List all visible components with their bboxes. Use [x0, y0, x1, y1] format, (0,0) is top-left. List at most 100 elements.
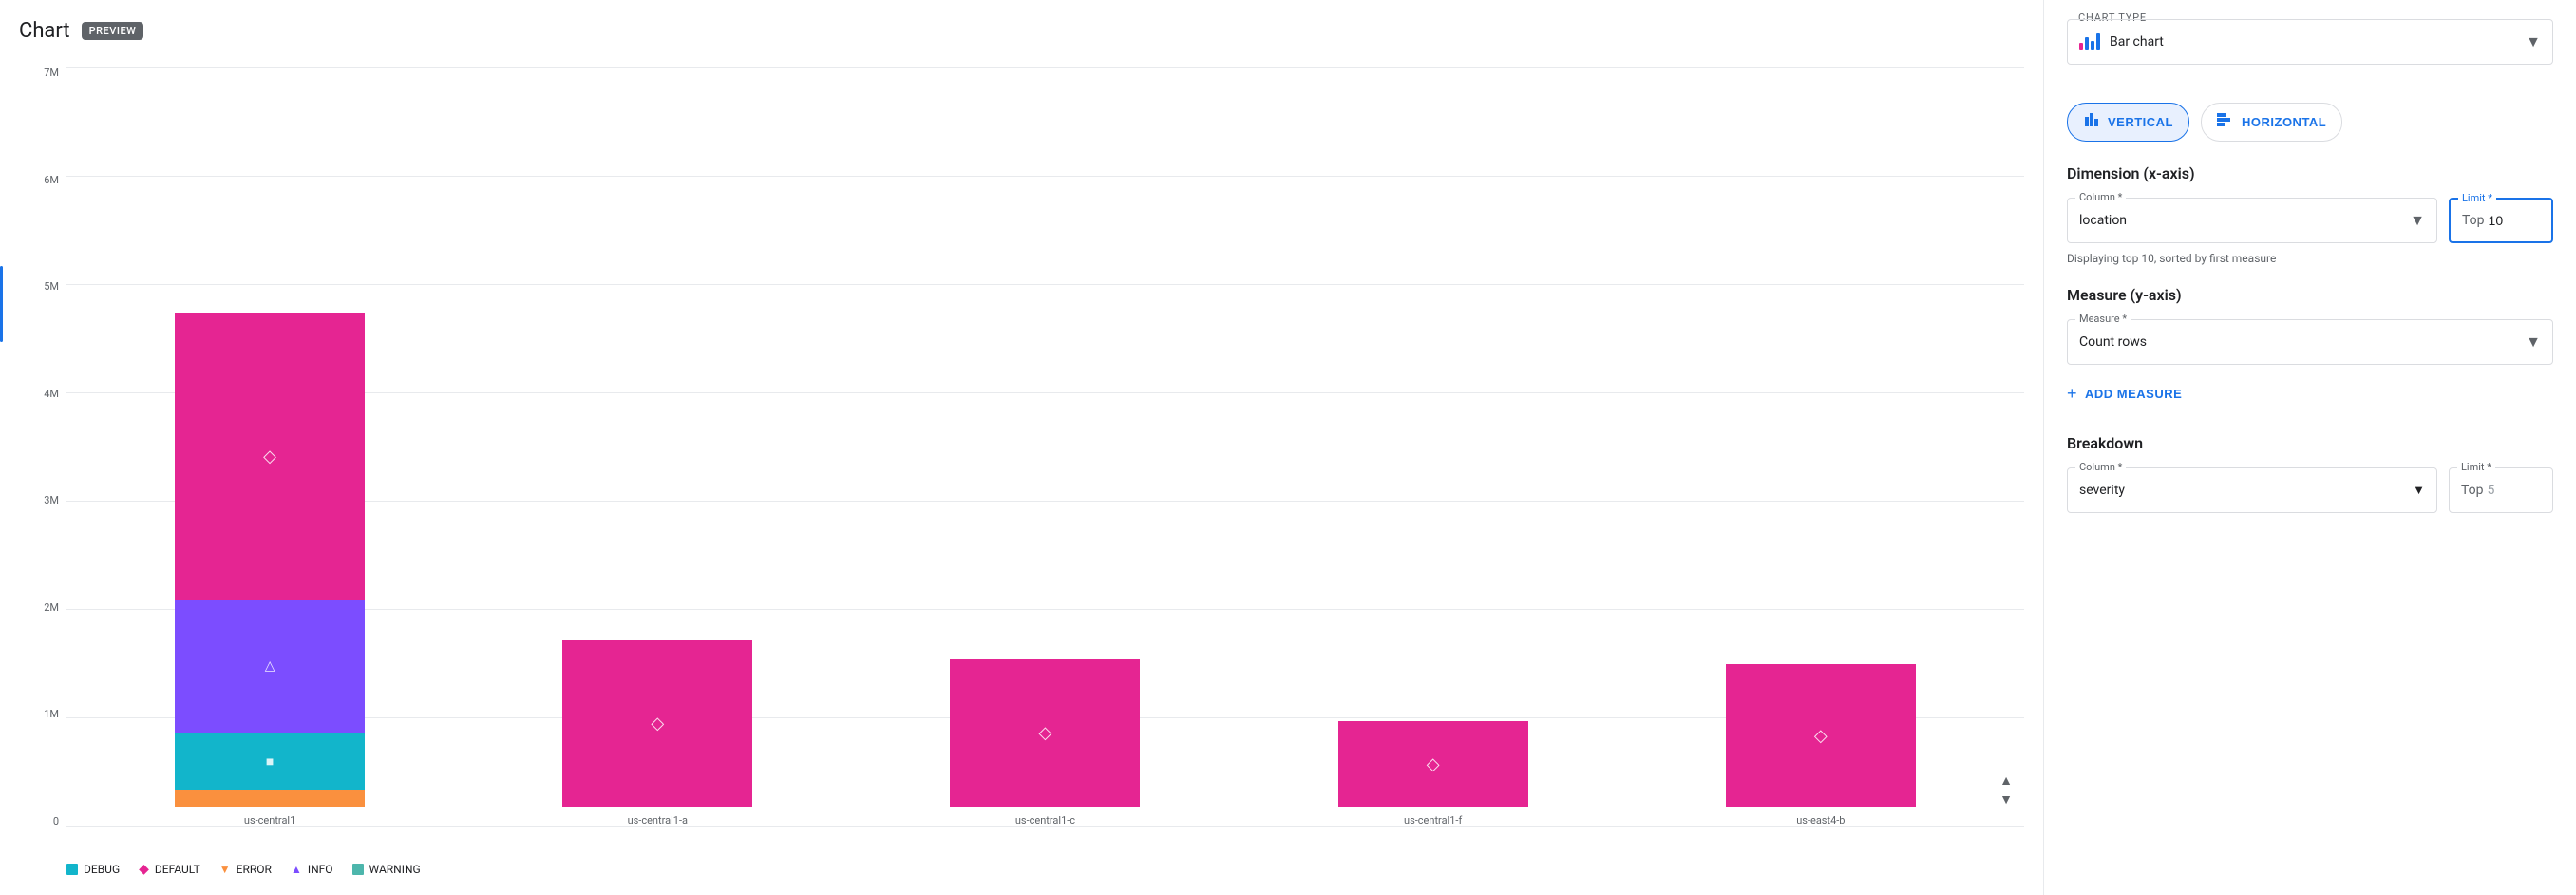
- y-label-3m: 3M: [44, 495, 59, 505]
- legend-color-warning: [352, 864, 364, 875]
- x-label-us-central1-c: us-central1-c: [1015, 814, 1075, 827]
- dimension-column-box[interactable]: Column * location ▼: [2067, 198, 2437, 243]
- legend-item-debug: DEBUG: [66, 863, 120, 876]
- vertical-label: VERTICAL: [2108, 115, 2173, 129]
- scroll-down-button[interactable]: ▼: [1998, 790, 2015, 808]
- y-label-6m: 6M: [44, 175, 59, 185]
- dimension-limit-box[interactable]: Limit * Top: [2449, 198, 2553, 243]
- bar-segment-default-c: ◇: [950, 659, 1140, 807]
- legend-color-debug: [66, 864, 78, 875]
- default-icon-a: ◇: [651, 714, 664, 733]
- breakdown-column-box[interactable]: Column * severity ▼: [2067, 467, 2437, 513]
- x-label-us-central1-f: us-central1-f: [1404, 814, 1462, 827]
- chart-inner: 0 1M 2M 3M 4M 5M 6M 7M: [19, 58, 2024, 855]
- y-label-5m: 5M: [44, 281, 59, 292]
- bar-segment-info: △: [175, 600, 365, 733]
- legend-item-default: ◆ DEFAULT: [139, 863, 200, 876]
- chart-container: 0 1M 2M 3M 4M 5M 6M 7M: [19, 58, 2024, 876]
- breakdown-limit-label: Limit *: [2457, 461, 2495, 473]
- top-input-wrapper: Top: [2462, 213, 2517, 228]
- bar-stack-us-central1-f: ◇: [1338, 313, 1528, 807]
- legend-label-debug: DEBUG: [84, 863, 120, 876]
- default-icon-e: ◇: [1814, 726, 1828, 746]
- default-icon-c: ◇: [1039, 723, 1052, 743]
- y-label-4m: 4M: [44, 389, 59, 399]
- dimension-field-row: Column * location ▼ Limit * Top: [2067, 198, 2553, 243]
- scroll-up-button[interactable]: ▲: [1998, 771, 2015, 789]
- bar-segment-default-e: ◇: [1726, 664, 1916, 807]
- bars-area: ■ △ ◇ us-central1: [66, 58, 2024, 855]
- preview-badge: PREVIEW: [82, 22, 144, 40]
- bar-stack-us-central1-a: ◇: [562, 313, 752, 807]
- vertical-icon: [2083, 111, 2100, 133]
- breakdown-column-arrow: ▼: [2413, 483, 2425, 498]
- x-label-us-central1: us-central1: [244, 814, 295, 827]
- bar-segment-error: [175, 790, 365, 807]
- default-icon: ◇: [263, 447, 276, 467]
- legend: DEBUG ◆ DEFAULT ▼ ERROR ▲ INFO WARNING: [19, 863, 2024, 876]
- plus-icon: +: [2067, 384, 2077, 404]
- chart-type-box[interactable]: Bar chart ▼: [2067, 19, 2553, 65]
- breakdown-column-value: severity: [2079, 483, 2413, 498]
- breakdown-top-wrapper: Top 5: [2461, 483, 2494, 498]
- bar-stack-us-east4-b: ◇: [1726, 313, 1916, 807]
- breakdown-column-label: Column *: [2075, 461, 2126, 473]
- bars-row: ■ △ ◇ us-central1: [66, 67, 2024, 827]
- breakdown-limit-box[interactable]: Limit * Top 5: [2449, 467, 2553, 513]
- measure-heading: Measure (y-axis): [2067, 286, 2553, 304]
- breakdown-limit-value: 5: [2488, 483, 2495, 498]
- legend-label-info: INFO: [308, 863, 333, 876]
- limit-input[interactable]: [2489, 213, 2517, 228]
- y-label-2m: 2M: [44, 602, 59, 613]
- x-label-us-central1-a: us-central1-a: [628, 814, 688, 827]
- y-label-1m: 1M: [44, 709, 59, 719]
- bar-segment-default-a: ◇: [562, 640, 752, 807]
- bar-group-us-east4-b: ◇ us-east4-b: [1726, 313, 1916, 827]
- y-label-0: 0: [53, 816, 59, 827]
- bar-segment-default: ◇: [175, 313, 365, 600]
- measure-arrow: ▼: [2526, 333, 2541, 352]
- right-panel: Chart type Bar chart ▼: [2044, 0, 2576, 895]
- breakdown-field-row: Column * severity ▼ Limit * Top 5: [2067, 467, 2553, 513]
- add-measure-button[interactable]: + ADD MEASURE: [2067, 376, 2182, 411]
- legend-icon-info: ▲: [291, 864, 302, 875]
- bar-stack-us-central1-c: ◇: [950, 313, 1140, 807]
- chart-type-value: Bar chart: [2110, 34, 2164, 49]
- dimension-column-label: Column *: [2075, 191, 2126, 203]
- legend-icon-default: ◆: [139, 863, 149, 876]
- breakdown-heading: Breakdown: [2067, 434, 2553, 452]
- legend-label-default: DEFAULT: [155, 863, 200, 876]
- info-icon: △: [265, 658, 275, 674]
- chart-type-section: Chart type Bar chart ▼: [2067, 19, 2553, 84]
- dimension-column-value: location: [2079, 213, 2402, 228]
- legend-item-warning: WARNING: [352, 863, 421, 876]
- bar-group-us-central1: ■ △ ◇ us-central1: [175, 313, 365, 827]
- horizontal-icon: [2217, 111, 2234, 133]
- add-measure-label: ADD MEASURE: [2085, 387, 2182, 401]
- x-label-us-east4-b: us-east4-b: [1796, 814, 1845, 827]
- debug-icon: ■: [266, 753, 274, 770]
- orientation-row: VERTICAL HORIZONTAL: [2067, 103, 2553, 142]
- breakdown-section: Breakdown Column * severity ▼ Limit * To…: [2067, 434, 2553, 513]
- default-icon-f: ◇: [1427, 754, 1440, 774]
- dimension-hint: Displaying top 10, sorted by first measu…: [2067, 251, 2553, 267]
- measure-section: Measure (y-axis) Measure * Count rows ▼ …: [2067, 286, 2553, 411]
- limit-prefix: Top: [2462, 213, 2485, 228]
- horizontal-label: HORIZONTAL: [2242, 115, 2326, 129]
- dimension-heading: Dimension (x-axis): [2067, 164, 2553, 182]
- measure-value: Count rows: [2079, 334, 2518, 350]
- y-axis: 0 1M 2M 3M 4M 5M 6M 7M: [19, 58, 66, 855]
- y-label-7m: 7M: [44, 67, 59, 78]
- measure-field-box[interactable]: Measure * Count rows ▼: [2067, 319, 2553, 365]
- scroll-arrows: ▲ ▼: [1998, 771, 2015, 808]
- vertical-button[interactable]: VERTICAL: [2067, 103, 2189, 142]
- bar-segment-default-f: ◇: [1338, 721, 1528, 807]
- horizontal-button[interactable]: HORIZONTAL: [2201, 103, 2342, 142]
- legend-label-error: ERROR: [237, 863, 272, 876]
- legend-item-info: ▲ INFO: [291, 863, 333, 876]
- bar-group-us-central1-a: ◇ us-central1-a: [562, 313, 752, 827]
- breakdown-limit-prefix: Top: [2461, 483, 2484, 498]
- bar-group-us-central1-f: ◇ us-central1-f: [1338, 313, 1528, 827]
- bar-group-us-central1-c: ◇ us-central1-c: [950, 313, 1140, 827]
- chart-header: Chart PREVIEW: [19, 19, 2024, 43]
